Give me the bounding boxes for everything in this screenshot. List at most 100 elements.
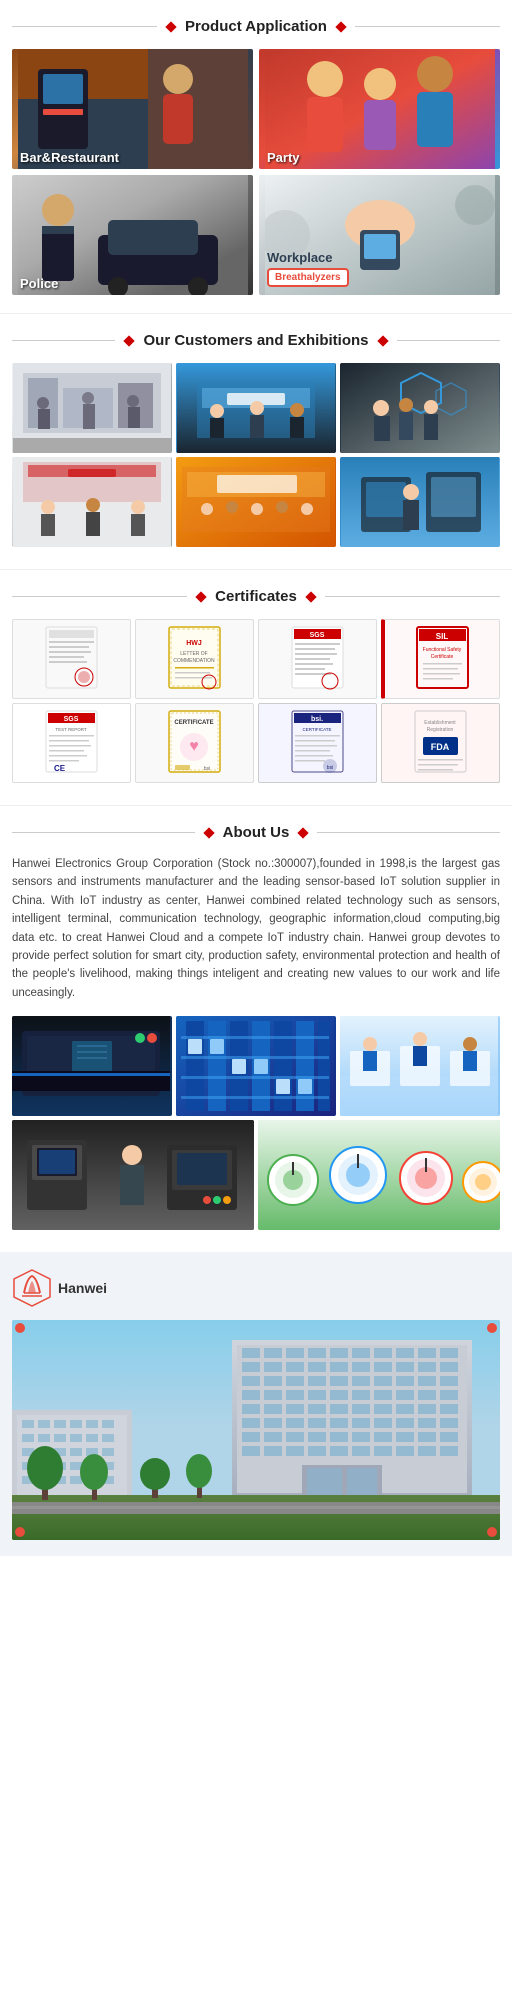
about-photo-mfg5 xyxy=(258,1120,500,1230)
product-card-bar: Bar&Restaurant xyxy=(12,49,253,169)
about-text: Hanwei Electronics Group Corporation (St… xyxy=(12,855,500,1002)
about-photo-mfg1 xyxy=(12,1016,172,1116)
cert-8-content: Establishment Registration FDA xyxy=(413,709,468,777)
diamond-left-3 xyxy=(195,591,206,602)
svg-text:CERTIFICATE: CERTIFICATE xyxy=(174,720,213,726)
svg-text:COMMENDATION: COMMENDATION xyxy=(173,658,215,664)
expo-bg-1 xyxy=(12,363,172,453)
about-photo-row-2 xyxy=(12,1120,500,1230)
svg-text:Establishment: Establishment xyxy=(424,720,456,726)
expo-photo-1 xyxy=(12,363,172,453)
bar-label: Bar&Restaurant xyxy=(12,146,127,169)
cert-row-2: SGS TEST REPORT CE CERTI xyxy=(12,703,500,783)
svg-text:SGS: SGS xyxy=(64,716,79,723)
customers-label: Our Customers and Exhibitions xyxy=(143,332,368,349)
expo-photo-3 xyxy=(340,363,500,453)
mfg4-svg xyxy=(12,1120,254,1230)
svg-text:SIL: SIL xyxy=(435,632,448,641)
hanwei-logo-icon-wrapper xyxy=(12,1268,52,1308)
hanwei-building-section: Hanwei xyxy=(0,1252,512,1556)
cert-8: Establishment Registration FDA xyxy=(381,703,500,783)
cert5-svg: SGS TEST REPORT CE xyxy=(44,709,99,774)
party-label: Party xyxy=(259,146,308,169)
diamond-right-2 xyxy=(377,335,388,346)
about-photo-row-1 xyxy=(12,1016,500,1116)
svg-text:LETTER OF: LETTER OF xyxy=(180,651,208,657)
cert6-svg: CERTIFICATE ♥ bsi xyxy=(167,709,222,774)
cert7-svg: bsi. CERTIFICATE bsi xyxy=(290,709,345,774)
diamond-left-2 xyxy=(124,335,135,346)
cert-6: CERTIFICATE ♥ bsi xyxy=(135,703,254,783)
svg-text:CERTIFICATE: CERTIFICATE xyxy=(302,727,331,732)
svg-text:♥: ♥ xyxy=(189,738,199,755)
mfg2-bg xyxy=(176,1016,336,1116)
cert-7: bsi. CERTIFICATE bsi xyxy=(258,703,377,783)
mfg5-svg xyxy=(258,1120,500,1230)
hanwei-logo-svg xyxy=(12,1268,52,1308)
expo-bg-6 xyxy=(340,457,500,547)
expo-bg-2 xyxy=(176,363,336,453)
cert-2-content: HWJ LETTER OF COMMENDATION xyxy=(167,625,222,693)
cert4-svg: SIL Functional Safety Certificate xyxy=(415,625,470,690)
hanwei-building-image xyxy=(12,1320,500,1540)
breathalyzer-badge: Breathalyzers xyxy=(267,268,349,287)
cert-7-content: bsi. CERTIFICATE bsi xyxy=(290,709,345,777)
mfg1-bg xyxy=(12,1016,172,1116)
diamond-right xyxy=(335,21,346,32)
diamond-left xyxy=(165,21,176,32)
product-application-label: Product Application xyxy=(185,18,327,35)
mfg2-svg xyxy=(176,1016,334,1116)
certificates-label: Certificates xyxy=(215,588,297,605)
product-application-section: Product Application B xyxy=(0,0,512,313)
expo-photo-4 xyxy=(12,457,172,547)
cert-5-content: SGS TEST REPORT CE xyxy=(44,709,99,777)
diamond-right-3 xyxy=(305,591,316,602)
svg-text:Functional Safety: Functional Safety xyxy=(422,647,461,653)
about-photo-mfg4 xyxy=(12,1120,254,1230)
svg-text:bsi.: bsi. xyxy=(311,716,323,723)
product-card-party: Party xyxy=(259,49,500,169)
svg-text:TEST REPORT: TEST REPORT xyxy=(55,727,87,732)
cert-1 xyxy=(12,619,131,699)
diamond-left-4 xyxy=(203,827,214,838)
expo-bg-5 xyxy=(176,457,336,547)
expo5-svg xyxy=(177,457,335,547)
cert2-svg: HWJ LETTER OF COMMENDATION xyxy=(167,625,222,690)
mfg3-svg xyxy=(340,1016,498,1116)
expo3-svg xyxy=(341,363,499,453)
cert-5: SGS TEST REPORT CE xyxy=(12,703,131,783)
svg-text:FDA: FDA xyxy=(431,742,450,752)
svg-text:Registration: Registration xyxy=(427,727,454,733)
svg-text:bsi: bsi xyxy=(327,765,333,771)
cert-4-content: SIL Functional Safety Certificate xyxy=(415,625,470,693)
cert8-svg: Establishment Registration FDA xyxy=(413,709,468,774)
hanwei-logo-text: Hanwei xyxy=(58,1280,107,1296)
hanwei-building-svg xyxy=(12,1320,500,1540)
expo-row-1 xyxy=(12,363,500,453)
product-card-workplace: Workplace Breathalyzers xyxy=(259,175,500,295)
police-label: Police xyxy=(12,272,66,295)
svg-text:CE: CE xyxy=(54,764,66,773)
cert-3: SGS xyxy=(258,619,377,699)
product-grid: Bar&Restaurant xyxy=(12,49,500,295)
customers-title: Our Customers and Exhibitions xyxy=(12,332,500,349)
hanwei-logo: Hanwei xyxy=(12,1268,500,1308)
about-us-title: About Us xyxy=(12,824,500,841)
cert3-svg: SGS xyxy=(290,625,345,690)
expo1-svg xyxy=(13,363,171,453)
about-us-section: About Us Hanwei Electronics Group Corpor… xyxy=(0,806,512,1252)
expo2-svg xyxy=(177,363,335,453)
customers-section: Our Customers and Exhibitions xyxy=(0,314,512,569)
cert-1-content xyxy=(44,625,99,693)
expo-photo-5 xyxy=(176,457,336,547)
expo-photo-6 xyxy=(340,457,500,547)
workplace-label: Workplace xyxy=(267,250,333,265)
cert-6-content: CERTIFICATE ♥ bsi xyxy=(167,709,222,777)
svg-text:SGS: SGS xyxy=(310,632,325,639)
mfg1-svg xyxy=(12,1016,170,1116)
expo-bg-4 xyxy=(12,457,172,547)
about-photo-mfg3 xyxy=(340,1016,500,1116)
about-us-label: About Us xyxy=(223,824,290,841)
expo-row-2 xyxy=(12,457,500,547)
expo4-svg xyxy=(13,457,171,547)
